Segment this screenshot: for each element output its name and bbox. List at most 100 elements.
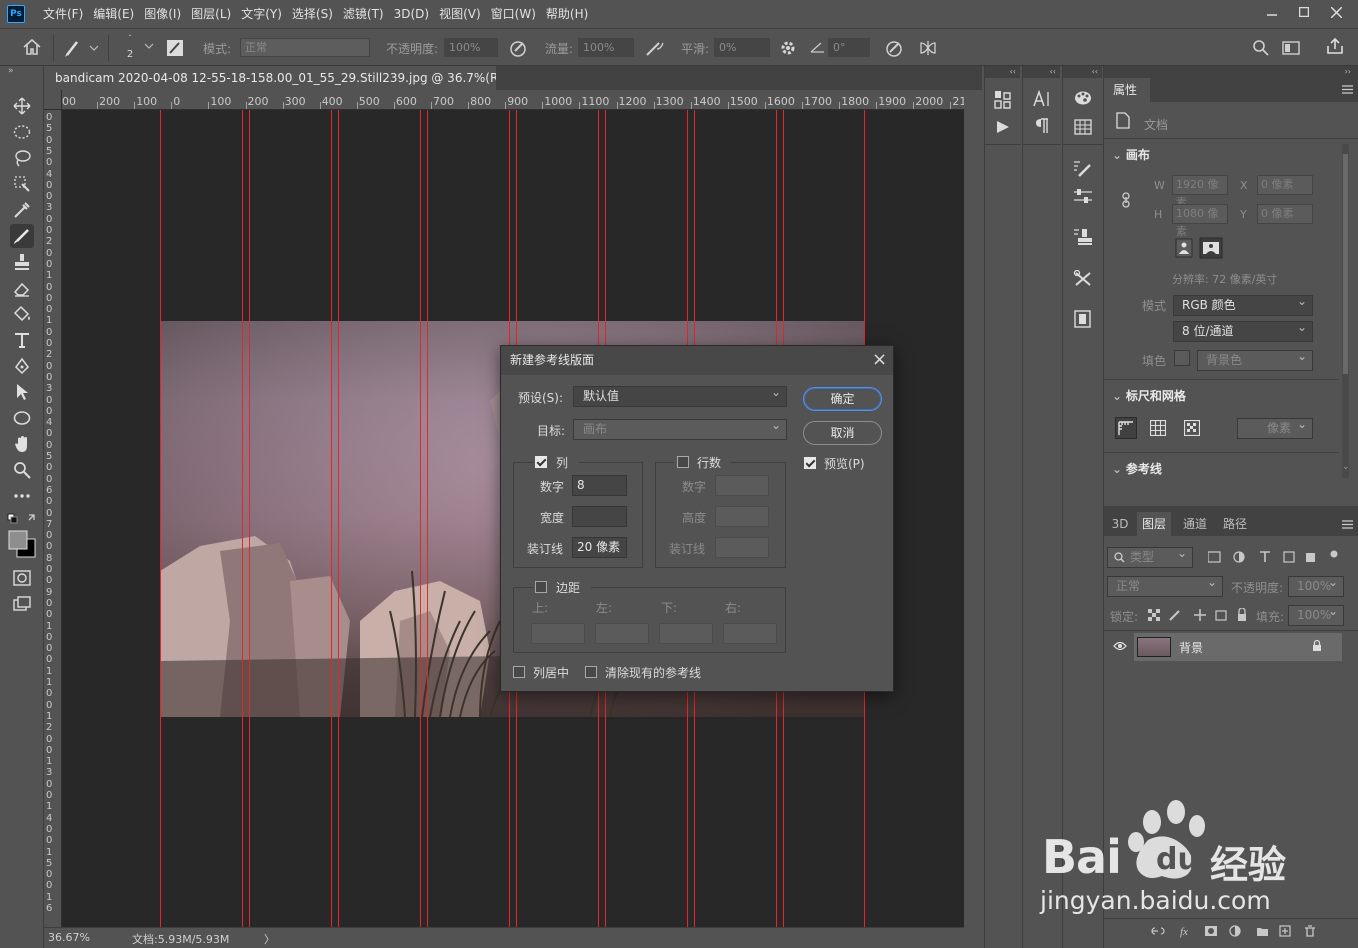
smoothing-input[interactable]: 0%	[714, 38, 770, 57]
margin-right-input[interactable]	[723, 623, 777, 644]
color-palette-icon[interactable]	[1074, 90, 1092, 106]
tab-3d[interactable]: 3D	[1104, 512, 1136, 536]
layer-name[interactable]: 背景	[1179, 639, 1203, 656]
columns-checkbox[interactable]	[535, 456, 547, 468]
tab-layers[interactable]: 图层	[1137, 512, 1171, 536]
play-actions-icon[interactable]	[996, 120, 1010, 134]
menu-file[interactable]: 文件(F)	[38, 0, 88, 28]
share-icon[interactable]	[1326, 37, 1344, 55]
collapse-icon[interactable]: ‹‹	[985, 66, 1020, 78]
blend-mode-select[interactable]: 正常	[1107, 573, 1223, 597]
opacity-input[interactable]: 100%	[444, 38, 498, 57]
pen-tool-icon[interactable]	[10, 354, 34, 378]
col-number-input[interactable]: 8	[572, 475, 627, 496]
hand-tool-icon[interactable]	[10, 432, 34, 456]
filter-icons[interactable]	[1208, 550, 1338, 564]
rows-checkbox[interactable]	[677, 456, 689, 468]
collapse-icon[interactable]: ‹‹	[1063, 66, 1102, 78]
brush-panel-icon[interactable]	[166, 39, 184, 57]
tool-presets-icon[interactable]	[1073, 270, 1093, 288]
menu-window[interactable]: 窗口(W)	[486, 0, 541, 28]
color-mode-select[interactable]: RGB 颜色	[1173, 292, 1313, 316]
canvas-y-field[interactable]: 0 像素	[1257, 204, 1313, 224]
mode-select[interactable]: 正常	[240, 38, 370, 57]
landscape-orientation-icon[interactable]	[1199, 237, 1223, 259]
target-select[interactable]: 画布	[573, 416, 787, 440]
workspace-icon[interactable]	[1282, 40, 1300, 56]
row-height-input[interactable]	[715, 506, 769, 527]
ruler-toggle-icon[interactable]	[1115, 417, 1137, 439]
flow-input[interactable]: 100%	[578, 38, 634, 57]
row-number-input[interactable]	[715, 475, 769, 496]
tab-channels[interactable]: 通道	[1176, 512, 1214, 536]
marquee-tool-icon[interactable]	[10, 120, 34, 144]
menu-layer[interactable]: 图层(L)	[186, 0, 236, 28]
history-icon[interactable]	[994, 90, 1012, 110]
type-tool-icon[interactable]	[10, 328, 34, 352]
properties-scrollbar[interactable]	[1342, 144, 1349, 478]
canvas-height-field[interactable]: 1080 像素	[1172, 204, 1228, 238]
rulers-grid-section[interactable]: ⌄ 标尺和网格	[1112, 387, 1186, 404]
swatches-grid-icon[interactable]	[1074, 119, 1092, 135]
margin-bottom-input[interactable]	[659, 623, 713, 644]
more-tools-icon[interactable]	[10, 484, 34, 508]
default-colors-icon[interactable]	[7, 512, 37, 526]
minimize-button[interactable]	[1256, 0, 1288, 24]
tab-paths[interactable]: 路径	[1216, 512, 1254, 536]
color-swatches[interactable]	[8, 530, 38, 558]
eraser-tool-icon[interactable]	[10, 276, 34, 300]
guides-section[interactable]: ⌄ 参考线	[1112, 460, 1162, 477]
brushes-icon[interactable]	[1073, 160, 1093, 178]
status-menu-arrow[interactable]: 〉	[264, 931, 275, 947]
brush-preset-icon[interactable]	[64, 38, 98, 58]
paint-bucket-tool-icon[interactable]	[10, 302, 34, 326]
layer-actions[interactable]: fx	[1150, 924, 1350, 938]
symmetry-icon[interactable]	[918, 39, 938, 57]
clone-source-icon[interactable]	[1073, 228, 1093, 246]
canvas-x-field[interactable]: 0 像素	[1257, 175, 1313, 195]
angle-input[interactable]: 0°	[828, 38, 870, 57]
menu-select[interactable]: 选择(S)	[287, 0, 338, 28]
close-window-button[interactable]	[1320, 0, 1352, 24]
menu-view[interactable]: 视图(V)	[434, 0, 486, 28]
chevron-down-icon[interactable]	[144, 42, 154, 50]
menu-3d[interactable]: 3D(D)	[389, 0, 434, 28]
ellipse-tool-icon[interactable]	[10, 406, 34, 430]
margin-top-input[interactable]	[531, 623, 585, 644]
tab-properties[interactable]: 属性	[1104, 78, 1150, 102]
ok-button[interactable]: 确定	[803, 387, 882, 411]
eyedropper-tool-icon[interactable]	[10, 198, 34, 222]
margin-left-input[interactable]	[595, 623, 649, 644]
pressure-size-icon[interactable]	[885, 39, 905, 57]
lock-icons[interactable]	[1147, 608, 1247, 622]
brush-size[interactable]: · 2	[120, 32, 140, 61]
brush-tool-icon[interactable]	[10, 224, 34, 248]
grid-toggle-icon[interactable]	[1150, 420, 1166, 436]
preset-select[interactable]: 默认值	[573, 383, 787, 407]
menu-type[interactable]: 文字(Y)	[236, 0, 287, 28]
row-gutter-input[interactable]	[715, 537, 769, 558]
canvas-width-field[interactable]: 1920 像素	[1172, 175, 1228, 209]
col-width-input[interactable]	[572, 506, 627, 527]
portrait-orientation-icon[interactable]	[1175, 238, 1193, 258]
center-columns-checkbox[interactable]	[513, 666, 525, 678]
pressure-opacity-icon[interactable]	[509, 39, 529, 57]
zoom-level[interactable]: 36.67%	[48, 931, 90, 944]
menu-help[interactable]: 帮助(H)	[541, 0, 593, 28]
clear-guides-checkbox[interactable]	[585, 666, 597, 678]
pixel-grid-icon[interactable]	[1184, 420, 1200, 436]
move-tool-icon[interactable]	[10, 94, 34, 118]
screen-mode-icon[interactable]	[10, 592, 34, 616]
dialog-close-icon[interactable]: ×	[872, 351, 887, 369]
link-icon[interactable]	[1121, 192, 1131, 208]
stamp-tool-icon[interactable]	[10, 250, 34, 274]
eye-icon[interactable]	[1113, 641, 1127, 651]
menu-filter[interactable]: 滤镜(T)	[338, 0, 389, 28]
lasso-tool-icon[interactable]	[10, 146, 34, 170]
col-gutter-input[interactable]: 20 像素	[572, 537, 627, 558]
canvas-section[interactable]: ⌄ 画布	[1112, 146, 1150, 163]
zoom-tool-icon[interactable]	[10, 458, 34, 482]
airbrush-icon[interactable]	[645, 39, 665, 57]
paragraph-icon[interactable]	[1035, 118, 1049, 134]
path-select-tool-icon[interactable]	[10, 380, 34, 404]
